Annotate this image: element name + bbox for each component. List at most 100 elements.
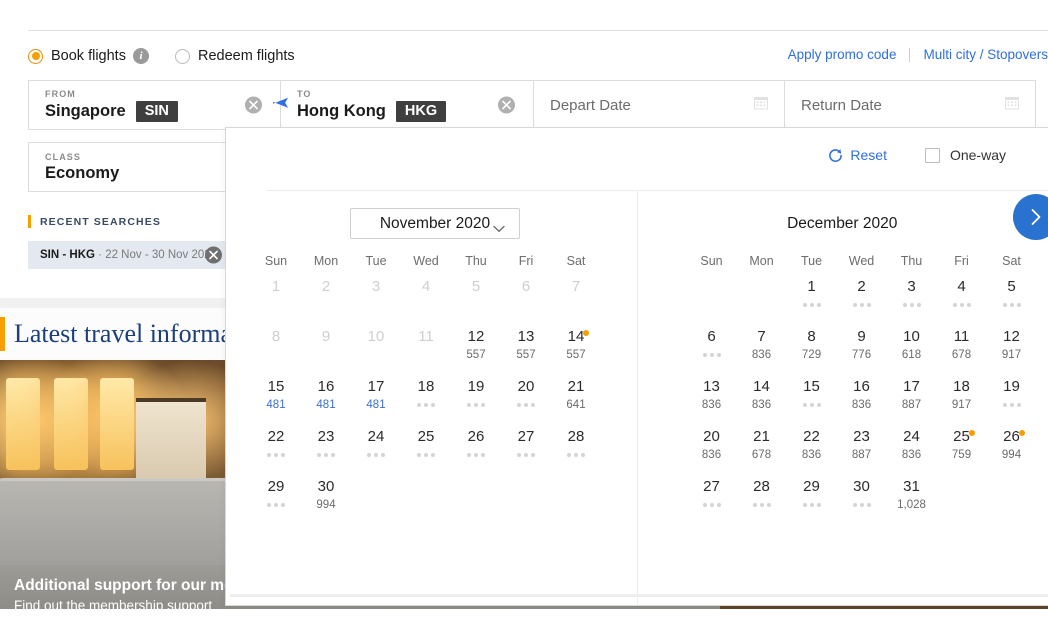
day-cell[interactable]: 6 — [687, 328, 737, 378]
day-cell[interactable]: 14557 — [551, 328, 601, 378]
from-field[interactable]: FROM Singapore SIN — [28, 80, 281, 130]
day-cell[interactable]: 23887 — [837, 428, 887, 478]
month-select[interactable]: November 2020 — [350, 208, 520, 239]
one-way-checkbox-box[interactable] — [925, 148, 940, 163]
day-number: 11 — [418, 328, 434, 346]
day-cell[interactable]: 12917 — [987, 328, 1037, 378]
day-cell[interactable]: 15481 — [251, 378, 301, 428]
month-second: December 2020SunMonTueWedThuFriSat123456… — [637, 190, 1048, 605]
day-cell[interactable]: 4 — [937, 278, 987, 328]
weekday-label: Mon — [749, 254, 773, 268]
radio-redeem-flights[interactable]: Redeem flights — [175, 48, 295, 64]
day-number: 29 — [268, 478, 285, 496]
day-cell[interactable]: 26 — [451, 428, 501, 478]
weekday-label: Sat — [1002, 254, 1021, 268]
apply-promo-code-link[interactable]: Apply promo code — [788, 47, 897, 62]
reset-button[interactable]: Reset — [828, 147, 887, 163]
day-cell[interactable]: 311,028 — [887, 478, 937, 528]
day-cell[interactable]: 18917 — [937, 378, 987, 428]
day-cell[interactable]: 7836 — [737, 328, 787, 378]
day-cell[interactable]: 21641 — [551, 378, 601, 428]
day-cell[interactable]: 27 — [501, 428, 551, 478]
day-cell[interactable]: 25 — [401, 428, 451, 478]
return-date-field[interactable]: Return Date — [785, 80, 1036, 130]
day-cell[interactable]: 2 — [837, 278, 887, 328]
day-cell[interactable]: 20836 — [687, 428, 737, 478]
day-cell[interactable]: 10618 — [887, 328, 937, 378]
day-cell[interactable]: 13557 — [501, 328, 551, 378]
holiday-dot-icon — [583, 330, 589, 336]
day-cell[interactable]: 22836 — [787, 428, 837, 478]
day-number: 1 — [807, 278, 815, 296]
day-cell[interactable]: 26994 — [987, 428, 1037, 478]
day-cell[interactable]: 25759 — [937, 428, 987, 478]
day-number: 20 — [518, 378, 535, 396]
day-fare: 836 — [852, 398, 871, 413]
day-fare: 836 — [702, 398, 721, 413]
day-cell[interactable]: 19 — [987, 378, 1037, 428]
day-cell[interactable]: 22 — [251, 428, 301, 478]
day-cell[interactable]: 5 — [987, 278, 1037, 328]
day-number: 1 — [272, 278, 280, 296]
day-cell-empty — [737, 278, 787, 328]
fare-loading-dots — [517, 403, 535, 407]
multi-city-stopovers-link[interactable]: Multi city / Stopovers — [923, 47, 1048, 62]
depart-date-field[interactable]: Depart Date — [534, 80, 785, 130]
day-cell[interactable]: 3 — [887, 278, 937, 328]
day-cell[interactable]: 11678 — [937, 328, 987, 378]
day-cell[interactable]: 15 — [787, 378, 837, 428]
day-cell[interactable]: 14836 — [737, 378, 787, 428]
day-cell[interactable]: 24 — [351, 428, 401, 478]
week-row: 22232425262728 — [251, 428, 637, 478]
radio-book-flights[interactable]: Book flights i — [28, 48, 149, 64]
day-fare: 887 — [852, 448, 871, 463]
day-number: 26 — [1003, 428, 1020, 446]
to-clear-icon[interactable] — [498, 97, 515, 114]
day-cell[interactable]: 12557 — [451, 328, 501, 378]
day-cell[interactable]: 9776 — [837, 328, 887, 378]
recent-search-remove-icon[interactable] — [205, 247, 222, 264]
day-cell[interactable]: 29 — [787, 478, 837, 528]
day-cell[interactable]: 19 — [451, 378, 501, 428]
chevron-right-icon — [1030, 208, 1042, 226]
chevron-down-icon — [493, 220, 505, 238]
to-field[interactable]: TO Hong Kong HKG — [281, 80, 534, 130]
recent-search-sep: · — [95, 249, 105, 261]
info-icon[interactable]: i — [133, 48, 149, 64]
lamp-shape — [100, 378, 134, 470]
day-cell[interactable]: 17887 — [887, 378, 937, 428]
day-cell[interactable]: 16481 — [301, 378, 351, 428]
fare-loading-dots — [703, 503, 721, 507]
from-clear-icon[interactable] — [245, 97, 262, 114]
day-fare: 836 — [752, 398, 771, 413]
day-cell[interactable]: 28 — [551, 428, 601, 478]
day-cell: 10 — [351, 328, 401, 378]
week-row: 29 30994 — [251, 478, 637, 528]
day-cell[interactable]: 27 — [687, 478, 737, 528]
day-cell[interactable]: 16836 — [837, 378, 887, 428]
day-number: 3 — [372, 278, 380, 296]
day-cell[interactable]: 29 — [251, 478, 301, 528]
day-cell[interactable]: 30994 — [301, 478, 351, 528]
day-number: 8 — [807, 328, 815, 346]
day-cell: 6 — [501, 278, 551, 328]
day-cell[interactable]: 13836 — [687, 378, 737, 428]
day-cell[interactable]: 8729 — [787, 328, 837, 378]
day-cell[interactable]: 23 — [301, 428, 351, 478]
recent-search-item[interactable]: SIN - HKG · 22 Nov - 30 Nov 2020 — [28, 241, 232, 269]
day-cell[interactable]: 1 — [787, 278, 837, 328]
day-cell[interactable]: 21678 — [737, 428, 787, 478]
day-cell[interactable]: 28 — [737, 478, 787, 528]
day-cell[interactable]: 18 — [401, 378, 451, 428]
radio-book-flights-icon[interactable] — [28, 49, 43, 64]
one-way-checkbox[interactable]: One-way — [925, 147, 1006, 163]
day-cell[interactable]: 24836 — [887, 428, 937, 478]
day-cell: 11 — [401, 328, 451, 378]
day-cell[interactable]: 30 — [837, 478, 887, 528]
day-cell[interactable]: 17481 — [351, 378, 401, 428]
day-fare: 836 — [752, 348, 771, 363]
day-fare: 994 — [1002, 448, 1021, 463]
fare-loading-dots — [903, 303, 921, 307]
radio-redeem-flights-icon[interactable] — [175, 49, 190, 64]
day-cell[interactable]: 20 — [501, 378, 551, 428]
